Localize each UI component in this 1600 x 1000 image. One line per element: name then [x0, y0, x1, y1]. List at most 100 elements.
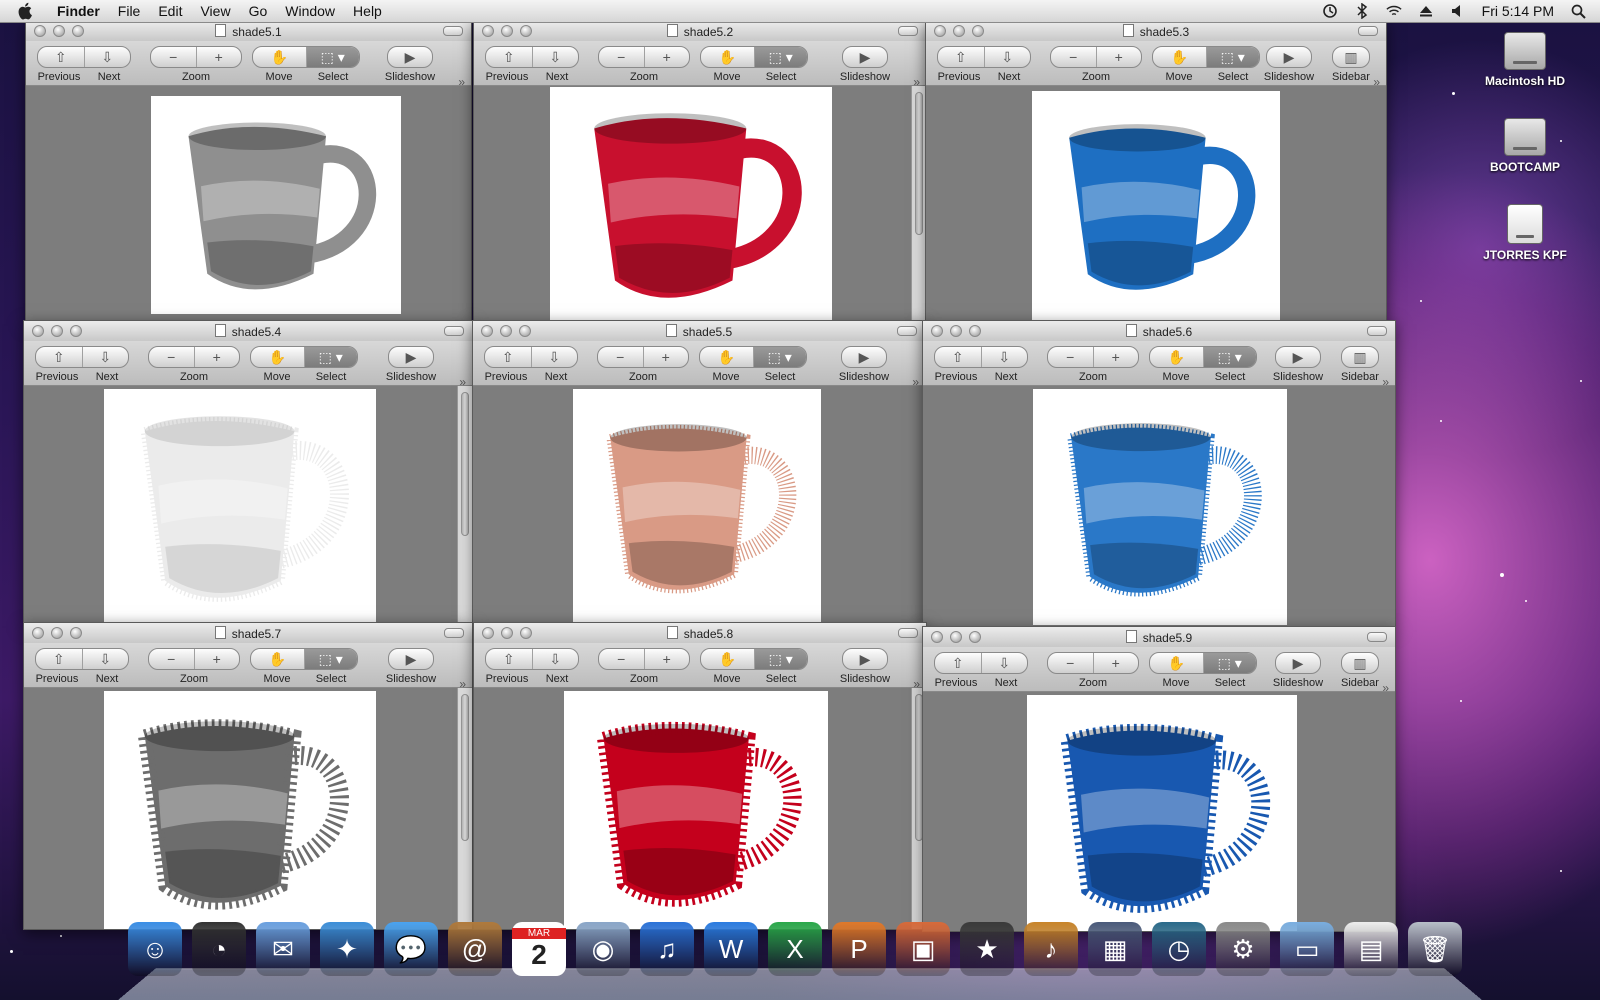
address-book-icon[interactable]: @: [448, 922, 502, 976]
next-button[interactable]: ⇩: [531, 47, 579, 67]
scrollbar-thumb[interactable]: [461, 694, 469, 841]
slideshow-button[interactable]: ▶ Slideshow: [833, 346, 895, 383]
select-rect-icon[interactable]: ⬚ ▾: [305, 47, 359, 67]
excel-icon[interactable]: X: [768, 922, 822, 976]
zoom-in-button[interactable]: +: [1092, 347, 1139, 367]
toolbar-toggle-button[interactable]: [444, 326, 464, 336]
image-viewport[interactable]: [923, 692, 1395, 931]
previous-button[interactable]: ⇧: [38, 47, 84, 67]
previous-button[interactable]: ⇧: [36, 347, 82, 367]
window-titlebar[interactable]: shade5.4: [24, 321, 472, 342]
preview-window[interactable]: shade5.7 ⇧ ⇩ Previous Next − + Zoom ✋ ⬚ …: [23, 622, 473, 930]
select-rect-icon[interactable]: ⬚ ▾: [1202, 347, 1256, 367]
toolbar-toggle-button[interactable]: [1367, 326, 1387, 336]
slideshow-button[interactable]: ▶ Slideshow: [1267, 652, 1329, 689]
window-titlebar[interactable]: shade5.3: [926, 21, 1386, 42]
toolbar-toggle-button[interactable]: [444, 628, 464, 638]
zoom-in-button[interactable]: +: [643, 47, 690, 67]
next-button[interactable]: ⇩: [83, 47, 131, 67]
iphoto-booth-icon[interactable]: ◉: [576, 922, 630, 976]
slideshow-button[interactable]: ▶ Slideshow: [380, 648, 442, 685]
select-rect-icon[interactable]: ⬚ ▾: [753, 47, 807, 67]
slideshow-button[interactable]: ▶ Slideshow: [1258, 46, 1320, 83]
dashboard-icon[interactable]: ◔: [192, 922, 246, 976]
previous-button[interactable]: ⇧: [935, 653, 981, 673]
zoom-out-button[interactable]: −: [149, 649, 194, 669]
next-button[interactable]: ⇩: [530, 347, 578, 367]
volume-icon[interactable]: [1450, 3, 1466, 19]
toolbar-toggle-button[interactable]: [1367, 632, 1387, 642]
image-viewport[interactable]: [26, 86, 471, 321]
preview-window[interactable]: shade5.8 ⇧ ⇩ Previous Next − + Zoom ✋ ⬚ …: [473, 622, 927, 930]
time-machine-status-icon[interactable]: [1322, 3, 1338, 19]
menu-go[interactable]: Go: [240, 3, 277, 19]
preview-window[interactable]: shade5.9 ⇧ ⇩ Previous Next − + Zoom ✋ ⬚ …: [922, 626, 1396, 932]
window-titlebar[interactable]: shade5.1: [26, 21, 471, 42]
zoom-in-button[interactable]: +: [1095, 47, 1142, 67]
next-button[interactable]: ⇩: [81, 347, 129, 367]
garageband-icon[interactable]: ♪: [1024, 922, 1078, 976]
menu-file[interactable]: File: [109, 3, 150, 19]
previous-button[interactable]: ⇧: [486, 47, 532, 67]
slideshow-button[interactable]: ▶ Slideshow: [834, 648, 896, 685]
select-rect-icon[interactable]: ⬚ ▾: [1202, 653, 1256, 673]
image-viewport[interactable]: [474, 688, 926, 929]
toolbar-toggle-button[interactable]: [898, 26, 918, 36]
menu-app-finder[interactable]: Finder: [48, 3, 109, 19]
zoom-in-button[interactable]: +: [643, 649, 690, 669]
image-viewport[interactable]: [474, 86, 926, 321]
documents-folder-icon[interactable]: ▭: [1280, 922, 1334, 976]
zoom-in-button[interactable]: +: [1092, 653, 1139, 673]
vertical-scrollbar[interactable]: [457, 688, 472, 929]
preview-window[interactable]: shade5.6 ⇧ ⇩ Previous Next − + Zoom ✋ ⬚ …: [922, 320, 1396, 628]
menu-edit[interactable]: Edit: [149, 3, 191, 19]
zoom-out-button[interactable]: −: [1051, 47, 1096, 67]
next-button[interactable]: ⇩: [531, 649, 579, 669]
image-viewport[interactable]: [473, 386, 925, 623]
slideshow-button[interactable]: ▶ Slideshow: [1267, 346, 1329, 383]
scrollbar-thumb[interactable]: [461, 392, 469, 537]
powerpoint-icon[interactable]: P: [832, 922, 886, 976]
menubar-clock[interactable]: Fri 5:14 PM: [1482, 3, 1554, 19]
toolbar-toggle-button[interactable]: [1358, 26, 1378, 36]
move-hand-icon[interactable]: ✋: [701, 649, 754, 669]
wifi-icon[interactable]: [1386, 3, 1402, 19]
move-hand-icon[interactable]: ✋: [251, 347, 304, 367]
window-titlebar[interactable]: shade5.8: [474, 623, 926, 644]
move-hand-icon[interactable]: ✋: [1150, 653, 1203, 673]
move-hand-icon[interactable]: ✋: [1150, 347, 1203, 367]
select-rect-icon[interactable]: ⬚ ▾: [303, 347, 357, 367]
sidebar-button[interactable]: ▥ Sidebar: [1328, 46, 1374, 83]
spotlight-search-icon[interactable]: [1570, 3, 1586, 19]
time-machine-icon[interactable]: ◷: [1152, 922, 1206, 976]
previous-button[interactable]: ⇧: [938, 47, 984, 67]
preview-window[interactable]: shade5.3 ⇧ ⇩ Previous Next − + Zoom ✋ ⬚ …: [925, 20, 1387, 322]
spaces-icon[interactable]: ▦: [1088, 922, 1142, 976]
toolbar-toggle-button[interactable]: [443, 26, 463, 36]
move-hand-icon[interactable]: ✋: [1153, 47, 1206, 67]
scrollbar-thumb[interactable]: [915, 92, 923, 235]
image-viewport[interactable]: [923, 386, 1395, 627]
pdf-stack-icon[interactable]: ▤: [1344, 922, 1398, 976]
zoom-out-button[interactable]: −: [599, 47, 644, 67]
previous-button[interactable]: ⇧: [36, 649, 82, 669]
zoom-out-button[interactable]: −: [599, 649, 644, 669]
slideshow-button[interactable]: ▶ Slideshow: [379, 46, 441, 83]
trash-icon[interactable]: 🗑: [1408, 922, 1462, 976]
zoom-out-button[interactable]: −: [1048, 347, 1093, 367]
preview-window[interactable]: shade5.4 ⇧ ⇩ Previous Next − + Zoom ✋ ⬚ …: [23, 320, 473, 624]
move-hand-icon[interactable]: ✋: [251, 649, 304, 669]
toolbar-toggle-button[interactable]: [898, 628, 918, 638]
vertical-scrollbar[interactable]: [457, 386, 472, 623]
sidebar-button[interactable]: ▥ Sidebar: [1337, 346, 1383, 383]
window-titlebar[interactable]: shade5.5: [473, 321, 925, 342]
select-rect-icon[interactable]: ⬚ ▾: [752, 347, 806, 367]
window-titlebar[interactable]: shade5.6: [923, 321, 1395, 342]
desktop-icon-jtorres-kpf[interactable]: JTORRES KPF: [1470, 204, 1580, 262]
menu-view[interactable]: View: [191, 3, 239, 19]
select-rect-icon[interactable]: ⬚ ▾: [1205, 47, 1259, 67]
move-hand-icon[interactable]: ✋: [253, 47, 306, 67]
next-button[interactable]: ⇩: [983, 47, 1031, 67]
ichat-icon[interactable]: 💬: [384, 922, 438, 976]
zoom-in-button[interactable]: +: [195, 47, 242, 67]
